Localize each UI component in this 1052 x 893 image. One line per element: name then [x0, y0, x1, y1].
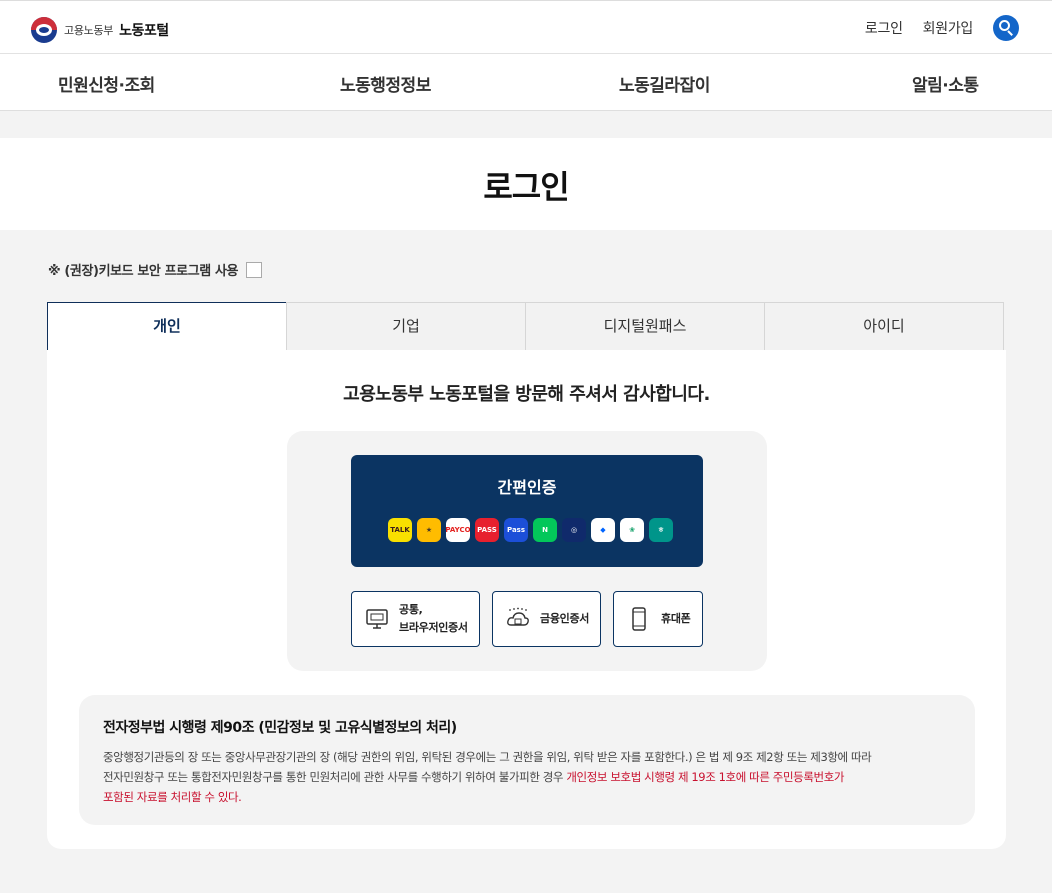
nav-item-labor-admin[interactable]: 노동행정정보	[340, 71, 431, 96]
simple-auth-title: 간편인증	[497, 478, 557, 497]
hana-icon[interactable]: ㅎ	[649, 518, 673, 542]
search-button[interactable]	[993, 15, 1019, 41]
notice-line-2: 전자민원창구 또는 통합전자민원창구를 통한 민원처리에 관한 사무를 수행하기…	[103, 770, 845, 784]
payco-icon[interactable]: PAYCO	[446, 518, 470, 542]
keyboard-security-option: ※ (권장)키보드 보안 프로그램 사용	[48, 260, 263, 279]
monitor-certificate-icon	[364, 606, 390, 632]
pass-icon[interactable]: PASS	[475, 518, 499, 542]
legal-notice: 전자정부법 시행령 제90조 (민감정보 및 고유식별정보의 처리) 중앙행정기…	[79, 695, 975, 825]
financial-cert-button[interactable]: 금융인증서	[492, 591, 601, 647]
nav-item-civil-service[interactable]: 민원신청·조회	[58, 71, 155, 96]
cloud-certificate-icon	[505, 606, 531, 632]
nav-item-labor-guide[interactable]: 노동길라잡이	[619, 71, 710, 96]
site-logo[interactable]: 고용노동부 노동포털	[31, 17, 169, 43]
mobile-phone-button[interactable]: 휴대폰	[613, 591, 703, 647]
logo-site-name: 노동포털	[119, 23, 169, 39]
simple-auth-button[interactable]: 간편인증 TALK ★ PAYCO PASS Pass N ◎ ◆ ❀ ㅎ	[351, 455, 703, 567]
notice-highlight: 개인정보 보호법 시행령 제 19조 1호에 따른 주민등록번호가	[566, 770, 845, 784]
login-panel: 고용노동부 노동포털을 방문해 주셔서 감사합니다. 간편인증 TALK ★ PAY…	[47, 350, 1006, 849]
top-header: 고용노동부 노동포털 로그인 회원가입	[0, 0, 1052, 54]
tab-digital-onepass[interactable]: 디지털원패스	[525, 302, 765, 351]
notice-title: 전자정부법 시행령 제90조 (민감정보 및 고유식별정보의 처리)	[103, 720, 457, 736]
kakao-talk-icon[interactable]: TALK	[388, 518, 412, 542]
common-browser-cert-label: 공통, 브라우저인증서	[399, 603, 468, 634]
common-browser-cert-button[interactable]: 공통, 브라우저인증서	[351, 591, 480, 647]
keyboard-security-checkbox[interactable]	[246, 261, 263, 278]
utility-links: 로그인 회원가입	[865, 15, 1019, 41]
welcome-message: 고용노동부 노동포털을 방문해 주셔서 감사합니다.	[343, 384, 710, 405]
login-type-tabs: 개인 기업 디지털원패스 아이디	[47, 302, 1006, 351]
notice-line-1: 중앙행정기관등의 장 또는 중앙사무관장기관의 장 (해당 권한의 위임, 위탁…	[103, 750, 872, 764]
smartphone-icon	[626, 606, 652, 632]
main-navigation: 민원신청·조회 노동행정정보 노동길라잡이 알림·소통	[0, 54, 1052, 111]
login-link[interactable]: 로그인	[865, 18, 903, 38]
financial-cert-label: 금융인증서	[540, 612, 590, 625]
notice-line-3: 포함된 자료를 처리할 수 있다.	[103, 790, 242, 804]
notice-body: 중앙행정기관등의 장 또는 중앙사무관장기관의 장 (해당 권한의 위임, 위탁…	[103, 747, 963, 807]
nav-item-notice[interactable]: 알림·소통	[912, 71, 979, 96]
kb-icon[interactable]: ★	[417, 518, 441, 542]
keyboard-security-label: ※ (권장)키보드 보안 프로그램 사용	[48, 264, 239, 279]
shinhan-icon[interactable]: ◎	[562, 518, 586, 542]
toss-icon[interactable]: ◆	[591, 518, 615, 542]
tab-business[interactable]: 기업	[286, 302, 526, 351]
tab-id[interactable]: 아이디	[764, 302, 1004, 351]
nh-icon[interactable]: ❀	[620, 518, 644, 542]
simple-auth-providers: TALK ★ PAYCO PASS Pass N ◎ ◆ ❀ ㅎ	[388, 518, 678, 542]
taegeuk-emblem-icon	[31, 17, 57, 43]
page-title: 로그인	[483, 168, 569, 206]
tab-personal[interactable]: 개인	[47, 302, 287, 351]
naver-icon[interactable]: N	[533, 518, 557, 542]
signup-link[interactable]: 회원가입	[923, 18, 974, 38]
logo-ministry-text: 고용노동부	[64, 24, 114, 37]
samsung-pass-icon[interactable]: Pass	[504, 518, 528, 542]
auth-methods-box: 간편인증 TALK ★ PAYCO PASS Pass N ◎ ◆ ❀ ㅎ 공통, 브라우저인증서	[287, 431, 767, 671]
mobile-phone-label: 휴대폰	[661, 612, 691, 625]
title-band: 로그인	[0, 138, 1052, 230]
